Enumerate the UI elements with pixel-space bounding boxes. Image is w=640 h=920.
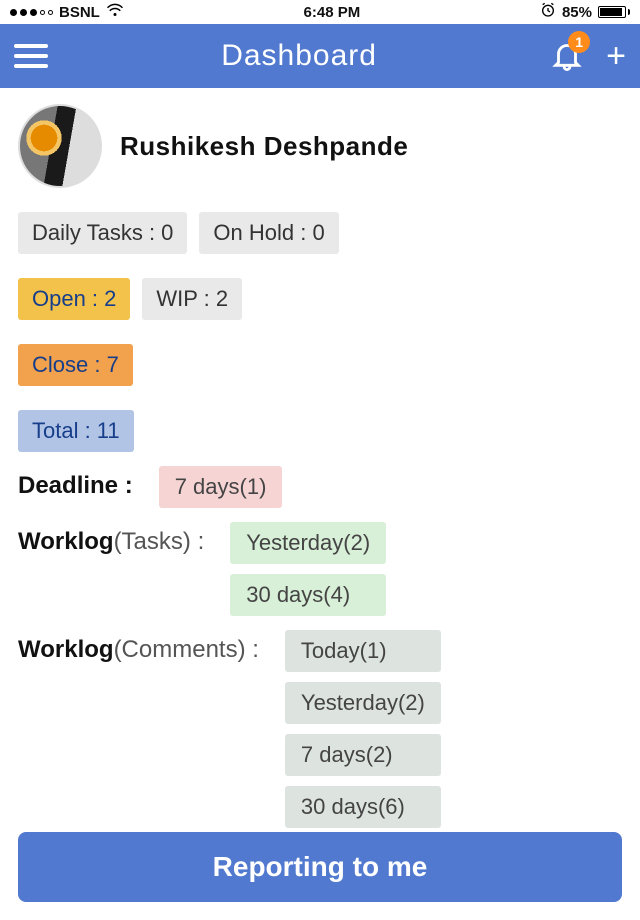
worklog-tasks-label-sub: (Tasks) : bbox=[114, 528, 205, 555]
reporting-to-me-button[interactable]: Reporting to me bbox=[18, 832, 622, 902]
battery-icon bbox=[598, 6, 630, 18]
avatar[interactable] bbox=[18, 104, 102, 188]
worklog-comments-row: Worklog(Comments) : Today(1) Yesterday(2… bbox=[18, 630, 622, 828]
chip-daily-tasks[interactable]: Daily Tasks : 0 bbox=[18, 212, 187, 254]
wifi-icon bbox=[106, 3, 124, 21]
bell-icon bbox=[550, 58, 584, 75]
signal-dots-icon bbox=[10, 9, 53, 16]
worklog-comments-label: Worklog(Comments) : bbox=[18, 630, 259, 664]
reporting-to-me-label: Reporting to me bbox=[213, 851, 428, 883]
page-title: Dashboard bbox=[221, 39, 377, 73]
worklog-tasks-row: Worklog(Tasks) : Yesterday(2) 30 days(4) bbox=[18, 522, 622, 616]
add-button[interactable]: + bbox=[606, 39, 626, 73]
chip-open[interactable]: Open : 2 bbox=[18, 278, 130, 320]
deadline-7days[interactable]: 7 days(1) bbox=[159, 466, 283, 508]
alarm-icon bbox=[540, 2, 556, 22]
chip-wip[interactable]: WIP : 2 bbox=[142, 278, 242, 320]
app-bar: Dashboard 1 + bbox=[0, 24, 640, 88]
chip-close[interactable]: Close : 7 bbox=[18, 344, 133, 386]
worklog-comments-30days[interactable]: 30 days(6) bbox=[285, 786, 441, 828]
worklog-tasks-yesterday[interactable]: Yesterday(2) bbox=[230, 522, 386, 564]
profile-header: Rushikesh Deshpande bbox=[18, 104, 622, 188]
worklog-tasks-30days[interactable]: 30 days(4) bbox=[230, 574, 386, 616]
worklog-comments-yesterday[interactable]: Yesterday(2) bbox=[285, 682, 441, 724]
chip-total[interactable]: Total : 11 bbox=[18, 410, 134, 452]
user-name: Rushikesh Deshpande bbox=[120, 131, 408, 162]
notifications-button[interactable]: 1 bbox=[550, 37, 584, 76]
notification-badge: 1 bbox=[568, 31, 590, 53]
worklog-comments-today[interactable]: Today(1) bbox=[285, 630, 441, 672]
status-time: 6:48 PM bbox=[304, 4, 361, 21]
chip-on-hold[interactable]: On Hold : 0 bbox=[199, 212, 338, 254]
status-left: BSNL bbox=[10, 3, 124, 21]
carrier-label: BSNL bbox=[59, 4, 100, 21]
deadline-label: Deadline : bbox=[18, 466, 133, 500]
worklog-tasks-label-main: Worklog bbox=[18, 528, 114, 555]
worklog-comments-label-main: Worklog bbox=[18, 636, 114, 663]
battery-pct: 85% bbox=[562, 4, 592, 21]
status-bar: BSNL 6:48 PM 85% bbox=[0, 0, 640, 24]
worklog-comments-7days[interactable]: 7 days(2) bbox=[285, 734, 441, 776]
worklog-tasks-label: Worklog(Tasks) : bbox=[18, 522, 204, 556]
deadline-row: Deadline : 7 days(1) bbox=[18, 466, 622, 508]
menu-icon[interactable] bbox=[14, 44, 48, 68]
content: Rushikesh Deshpande Daily Tasks : 0 On H… bbox=[0, 88, 640, 828]
status-right: 85% bbox=[540, 2, 630, 22]
worklog-comments-label-sub: (Comments) : bbox=[114, 636, 259, 663]
status-counters: Daily Tasks : 0 On Hold : 0 Open : 2 WIP… bbox=[18, 212, 622, 452]
